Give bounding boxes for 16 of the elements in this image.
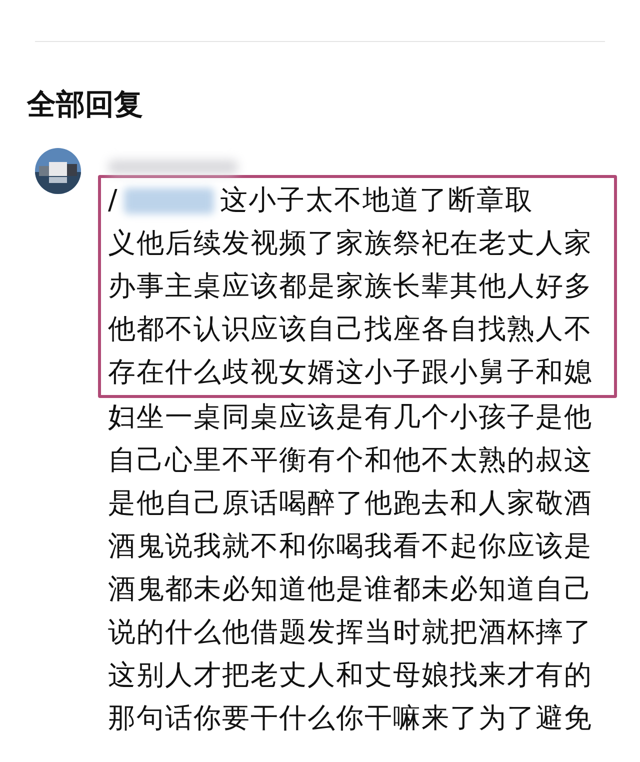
reply-text: 酒鬼说我就不和你喝我看不起你应该是 (108, 529, 592, 564)
reply-text: 自己心里不平衡有个和他不太熟的叔这 (108, 443, 592, 478)
reply-text: 酒鬼都未必知道他是谁都未必知道自己 (108, 572, 592, 607)
reply-text: 义他后续发视频了家族祭祀在老丈人家 (108, 226, 592, 261)
reply-text: 这小子太不地道了断章取 (220, 183, 534, 218)
reply-text: 存在什么歧视女婿这小子跟小舅子和媳 (108, 355, 592, 390)
avatar[interactable] (35, 148, 81, 194)
reply-text: 妇坐一桌同桌应该是有几个小孩子是他 (108, 400, 592, 435)
reply-text: 这别人才把老丈人和丈母娘找来才有的 (108, 658, 592, 693)
reply-text: 办事主桌应该都是家族长辈其他人好多 (108, 269, 592, 304)
reply-text: / (108, 183, 118, 218)
reply-text: 那句话你要干什么你干嘛来了为了避免 (108, 701, 592, 736)
reply-text: 他都不认识应该自己找座各自找熟人不 (108, 312, 592, 347)
reply-text: 说的什么他借题发挥当时就把酒杯摔了 (108, 615, 592, 650)
reply-text: 是他自己原话喝醉了他跑去和人家敬酒 (108, 486, 592, 521)
section-title: 全部回复 (27, 86, 144, 122)
